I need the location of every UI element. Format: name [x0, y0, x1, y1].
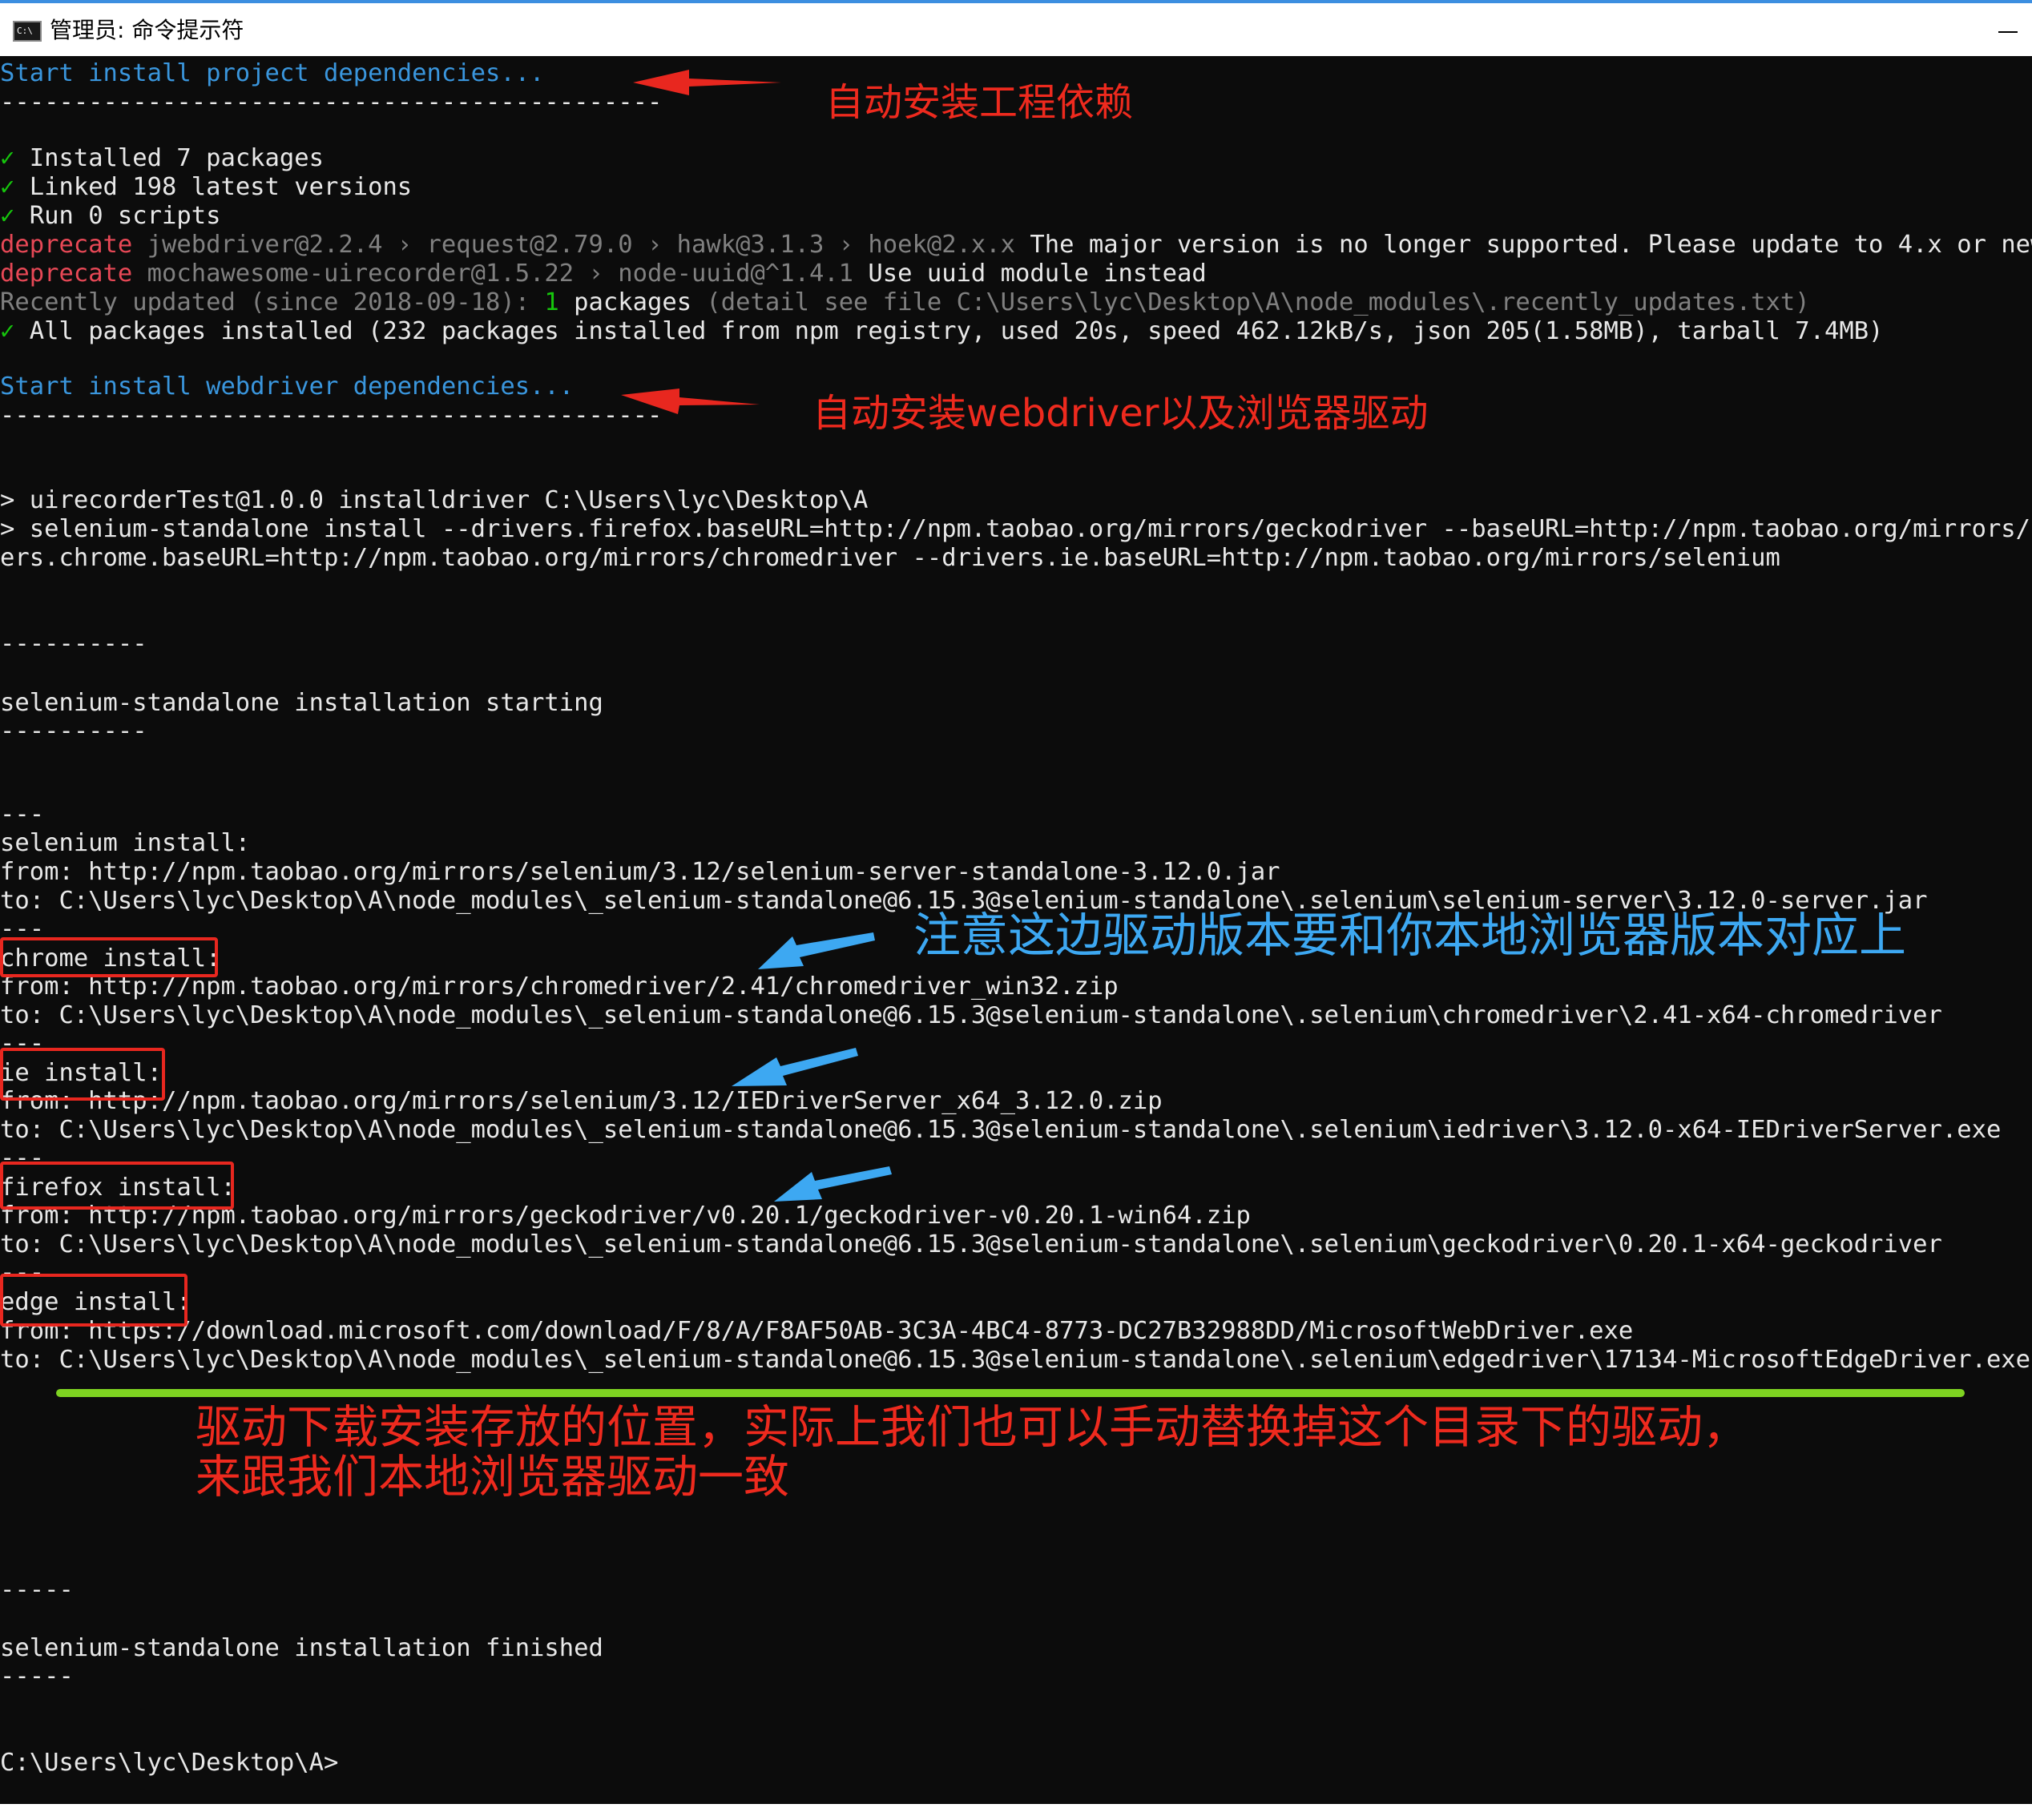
- webdriver-deps-annotation: 自动安装webdriver以及浏览器驱动: [812, 391, 1429, 436]
- window-title: 管理员: 命令提示符: [50, 17, 244, 43]
- blue-arrow-icon: [774, 1166, 892, 1202]
- title-bar[interactable]: C:\ 管理员: 命令提示符: [0, 0, 2032, 56]
- command-prompt-window: C:\ 管理员: 命令提示符 Start install project dep…: [0, 0, 2032, 1804]
- minimize-button[interactable]: [1984, 3, 2032, 56]
- minimize-icon: [1998, 31, 2018, 33]
- blue-arrow-icon: [732, 1048, 858, 1086]
- console-output[interactable]: Start install project dependencies... ---…: [0, 56, 2032, 1804]
- red-arrow-icon: [633, 70, 781, 95]
- blue-arrow-icon: [758, 932, 875, 969]
- driver-location-annotation-line2: 来跟我们本地浏览器驱动一致: [196, 1451, 789, 1504]
- cmd-icon: C:\: [13, 21, 42, 42]
- project-deps-annotation: 自动安装工程依赖: [825, 80, 1134, 125]
- driver-version-annotation: 注意这边驱动版本要和你本地浏览器版本对应上: [913, 908, 1907, 963]
- red-arrow-icon: [621, 389, 760, 414]
- driver-location-annotation-line1: 驱动下载安装存放的位置，实际上我们也可以手动替换掉这个目录下的驱动，: [196, 1401, 1748, 1454]
